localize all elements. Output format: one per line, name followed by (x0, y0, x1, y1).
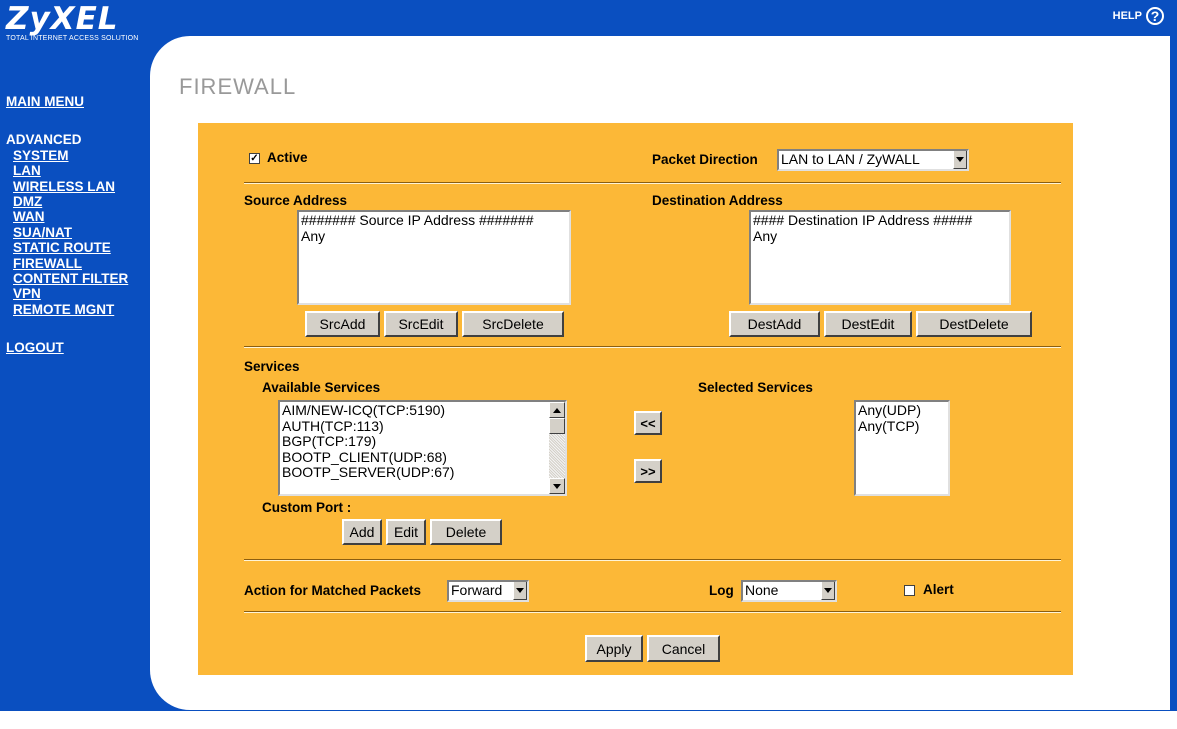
destination-address-list[interactable]: #### Destination IP Address ##### Any (749, 210, 1011, 305)
log-label: Log (709, 583, 734, 598)
packet-direction-select[interactable]: LAN to LAN / ZyWALL (777, 149, 969, 171)
zyxel-logo: ZyXEL TOTAL INTERNET ACCESS SOLUTION (6, 2, 139, 42)
apply-button[interactable]: Apply (585, 635, 643, 662)
active-label: Active (267, 150, 308, 165)
source-address-label: Source Address (244, 193, 348, 208)
selected-services-label: Selected Services (698, 380, 813, 395)
list-item[interactable]: BOOTP_CLIENT(UDP:68) (282, 449, 547, 466)
help-icon: ? (1146, 7, 1164, 25)
scroll-track[interactable] (549, 434, 565, 478)
nav-item-static-route[interactable]: STATIC ROUTE (6, 240, 151, 255)
alert-checkbox[interactable] (904, 585, 915, 596)
delete-button[interactable]: Delete (430, 519, 502, 545)
bottom-strip (0, 711, 1177, 729)
nav-logout[interactable]: LOGOUT (6, 340, 151, 355)
chevron-down-icon (821, 582, 835, 600)
help-label: HELP (1112, 10, 1142, 22)
move-left-button[interactable]: << (634, 411, 662, 435)
list-item[interactable]: Any(UDP) (858, 402, 946, 419)
chevron-down-icon (953, 151, 967, 169)
nav-item-dmz[interactable]: DMZ (6, 194, 151, 209)
list-item[interactable]: BOOTP_SERVER(UDP:67) (282, 464, 547, 481)
scroll-down-icon[interactable] (549, 478, 565, 494)
divider (244, 182, 1061, 184)
src-edit-button[interactable]: SrcEdit (384, 311, 458, 337)
packet-direction-label: Packet Direction (652, 152, 758, 167)
edit-button[interactable]: Edit (386, 519, 426, 545)
action-select[interactable]: Forward (447, 580, 529, 602)
list-item[interactable]: #### Destination IP Address ##### (753, 212, 1007, 229)
chevron-down-icon (513, 582, 527, 600)
cancel-button[interactable]: Cancel (647, 635, 720, 662)
dest-delete-button[interactable]: DestDelete (916, 311, 1032, 337)
list-item[interactable]: AIM/NEW-ICQ(TCP:5190) (282, 402, 547, 419)
log-value: None (745, 582, 779, 598)
dest-add-button[interactable]: DestAdd (729, 311, 820, 337)
action-value: Forward (451, 582, 503, 598)
logo-brand: ZyXEL (6, 1, 119, 37)
destination-address-label: Destination Address (652, 193, 783, 208)
firewall-form: ✓ Active Packet Direction LAN to LAN / Z… (198, 123, 1073, 675)
available-services-scrollbar[interactable] (549, 402, 565, 494)
help-button[interactable]: HELP ? (1113, 7, 1164, 25)
list-item[interactable]: Any (301, 228, 567, 245)
scroll-thumb[interactable] (549, 418, 565, 434)
list-item[interactable]: ####### Source IP Address ####### (301, 212, 567, 229)
nav-item-sua-nat[interactable]: SUA/NAT (6, 225, 151, 240)
nav-item-lan[interactable]: LAN (6, 163, 151, 178)
nav-item-wan[interactable]: WAN (6, 209, 151, 224)
source-address-list[interactable]: ####### Source IP Address ####### Any (297, 210, 571, 305)
available-services-label: Available Services (262, 380, 381, 395)
action-label: Action for Matched Packets (244, 583, 422, 598)
dest-edit-button[interactable]: DestEdit (824, 311, 912, 337)
nav-item-system[interactable]: SYSTEM (6, 148, 151, 163)
available-services-list[interactable]: AIM/NEW-ICQ(TCP:5190) AUTH(TCP:113) BGP(… (278, 400, 567, 496)
active-checkbox[interactable]: ✓ (249, 153, 260, 164)
nav-item-content-filter[interactable]: CONTENT FILTER (6, 271, 151, 286)
services-label: Services (244, 359, 300, 374)
list-item[interactable]: BGP(TCP:179) (282, 433, 547, 450)
nav-main-menu[interactable]: MAIN MENU (6, 94, 151, 109)
nav-advanced-heading: ADVANCED (6, 132, 82, 148)
nav-item-wireless-lan[interactable]: WIRELESS LAN (6, 179, 151, 194)
add-button[interactable]: Add (342, 519, 382, 545)
divider (244, 346, 1061, 348)
log-select[interactable]: None (741, 580, 837, 602)
move-right-button[interactable]: >> (634, 459, 662, 483)
list-item[interactable]: Any (753, 228, 1007, 245)
src-delete-button[interactable]: SrcDelete (462, 311, 564, 337)
packet-direction-value: LAN to LAN / ZyWALL (781, 151, 920, 167)
alert-label: Alert (923, 582, 954, 597)
custom-port-label: Custom Port : (262, 500, 352, 515)
nav-item-vpn[interactable]: VPN (6, 286, 151, 301)
sidebar-nav: MAIN MENU ADVANCED SYSTEM LAN WIRELESS L… (6, 94, 151, 356)
src-add-button[interactable]: SrcAdd (305, 311, 380, 337)
nav-item-firewall[interactable]: FIREWALL (6, 256, 151, 271)
divider (244, 559, 1061, 561)
nav-item-remote-mgnt[interactable]: REMOTE MGNT (6, 302, 151, 317)
logo-tagline: TOTAL INTERNET ACCESS SOLUTION (6, 35, 139, 42)
list-item[interactable]: Any(TCP) (858, 418, 946, 435)
list-item[interactable]: AUTH(TCP:113) (282, 418, 547, 435)
selected-services-list[interactable]: Any(UDP) Any(TCP) (854, 400, 950, 496)
page-title: FIREWALL (179, 74, 297, 99)
scroll-up-icon[interactable] (549, 402, 565, 418)
divider (244, 611, 1061, 613)
